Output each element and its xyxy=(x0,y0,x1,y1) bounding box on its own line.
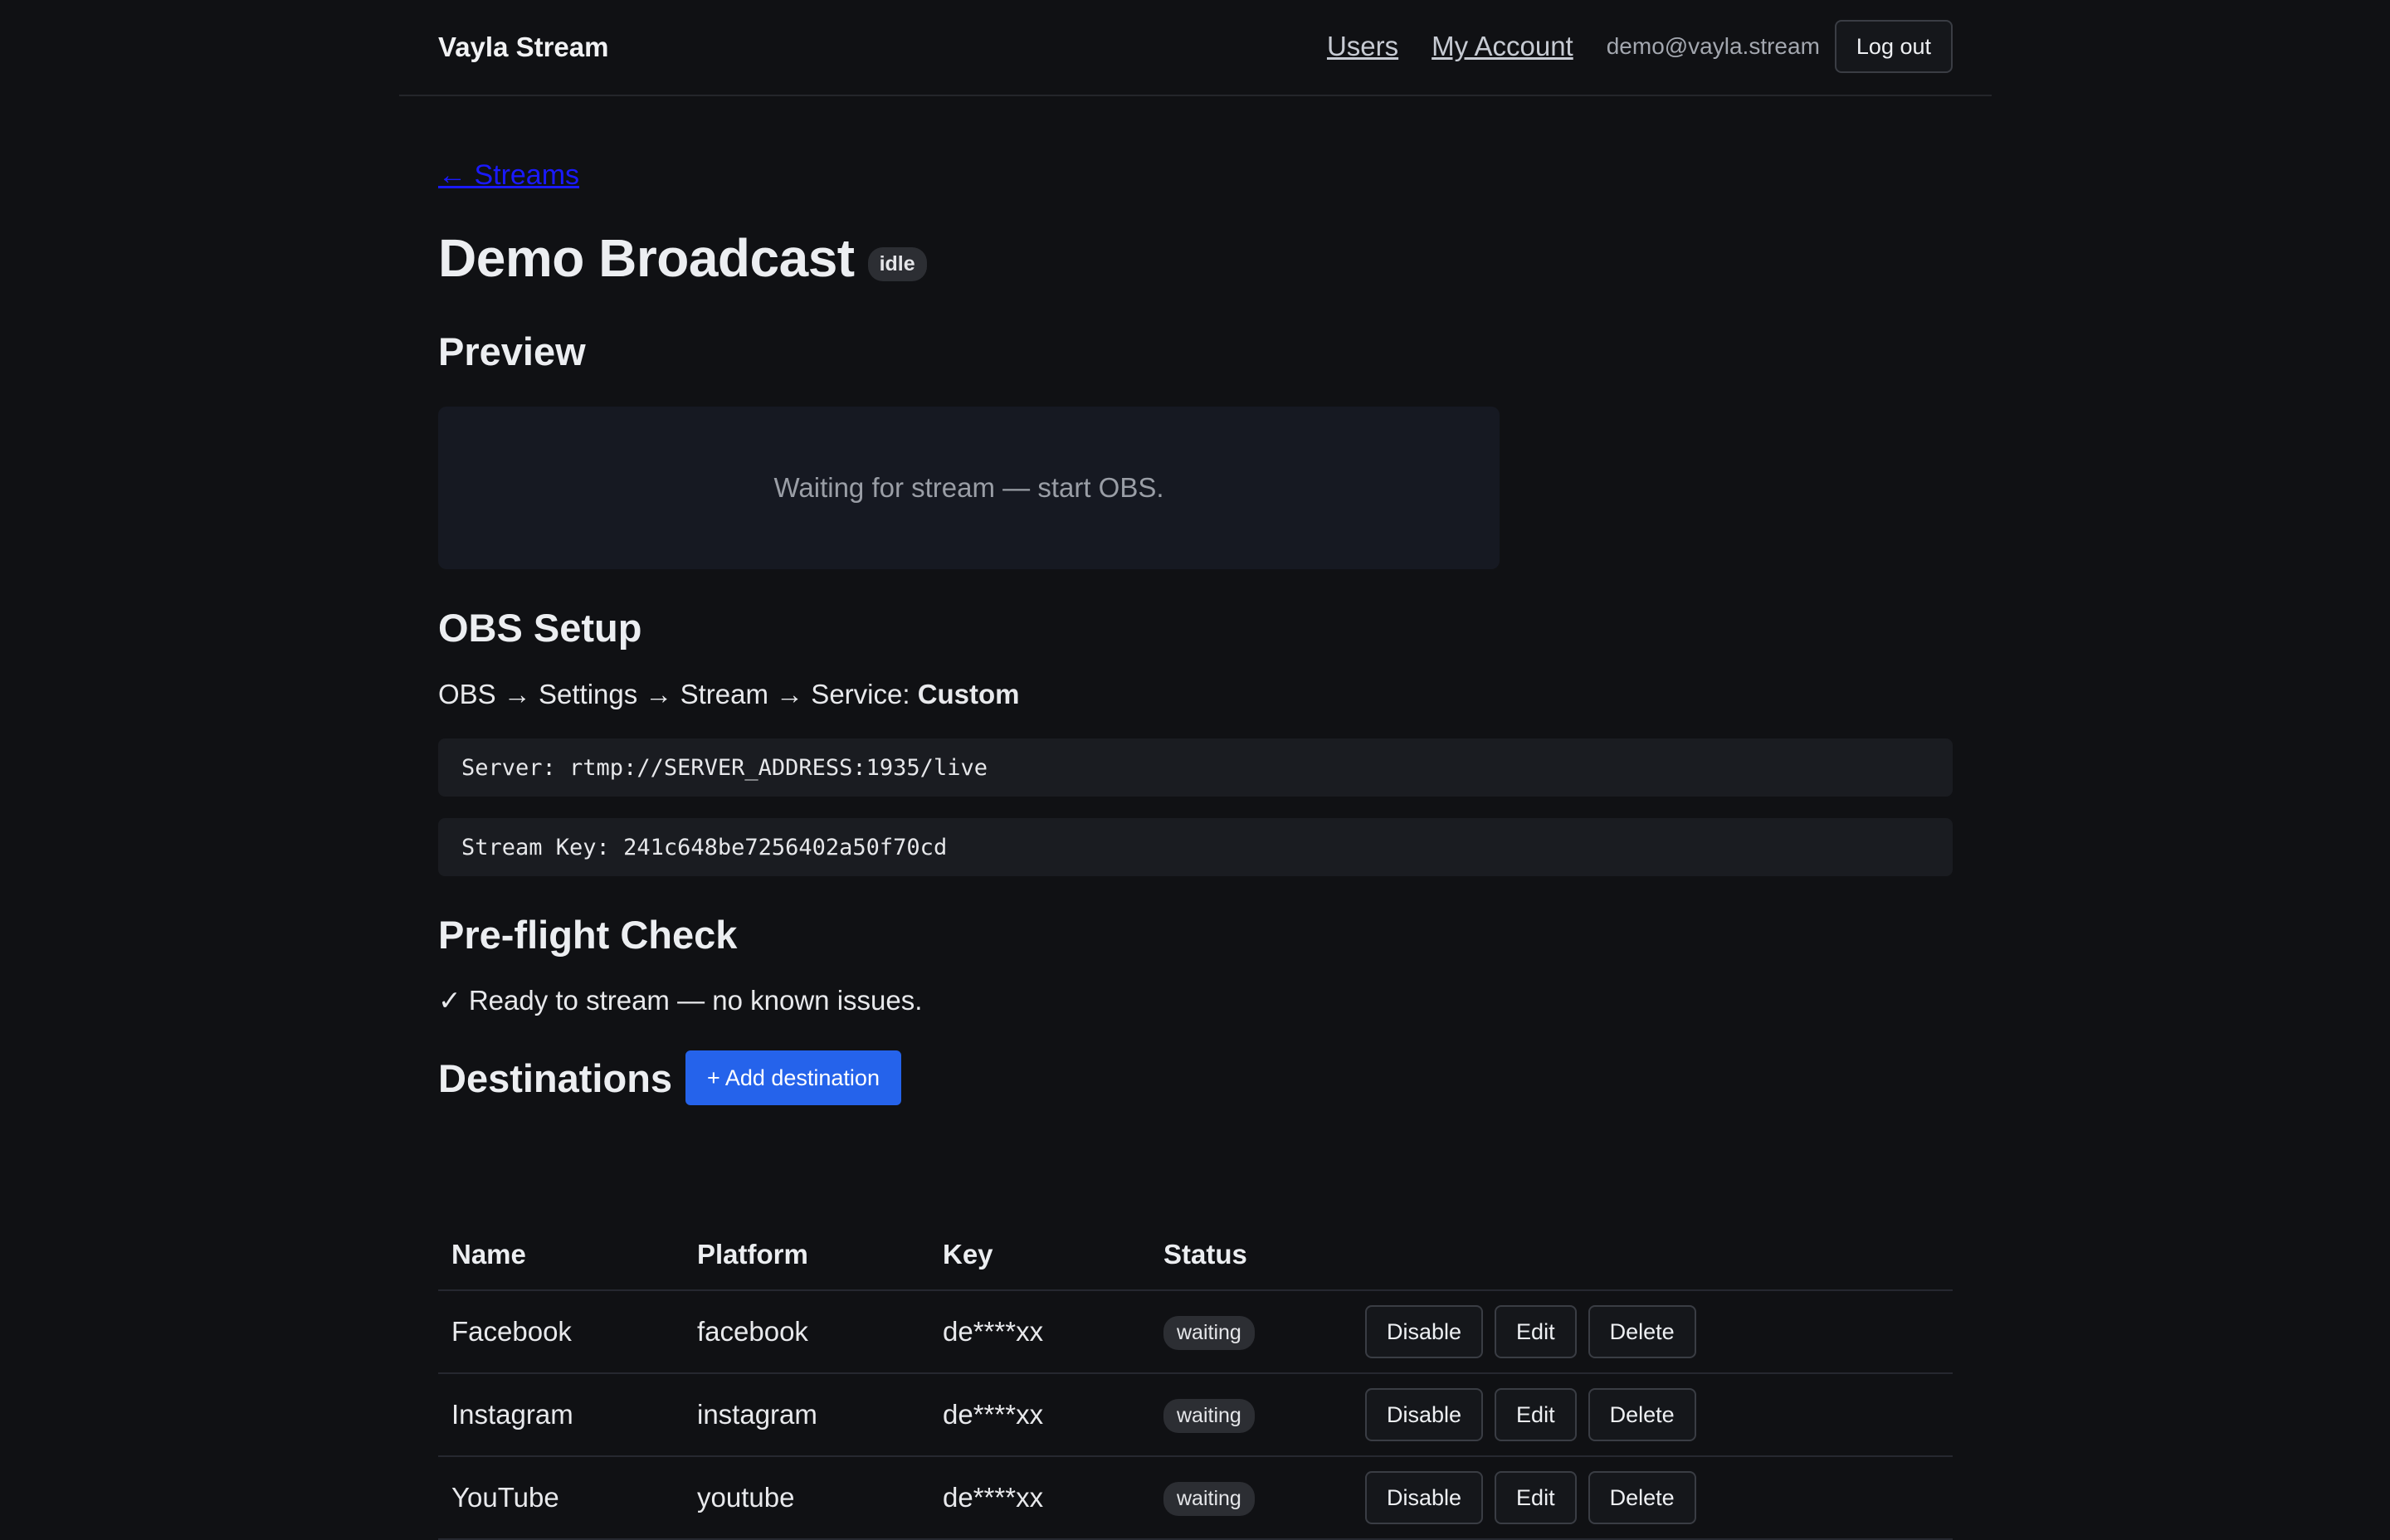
disable-button[interactable]: Disable xyxy=(1365,1471,1484,1524)
destination-platform: instagram xyxy=(684,1373,929,1457)
destination-status-cell: waiting xyxy=(1150,1373,1352,1457)
user-email: demo@vayla.stream xyxy=(1606,33,1820,59)
destinations-table: Name Platform Key Status Facebook facebo… xyxy=(438,1220,1953,1540)
preflight-heading: Pre-flight Check xyxy=(438,913,738,957)
destination-key: de****xx xyxy=(929,1456,1150,1540)
stream-key-code[interactable]: Stream Key: 241c648be7256402a50f70cd xyxy=(438,818,1953,876)
destination-platform: youtube xyxy=(684,1456,929,1540)
destination-key: de****xx xyxy=(929,1373,1150,1457)
destination-platform: facebook xyxy=(684,1290,929,1374)
destination-status-cell: waiting xyxy=(1150,1456,1352,1540)
destination-name: Facebook xyxy=(438,1290,684,1374)
preview-placeholder: Waiting for stream — start OBS. xyxy=(773,472,1164,503)
table-row: Facebook facebook de****xx waiting Disab… xyxy=(438,1290,1953,1374)
preflight-status: ✓ Ready to stream — no known issues. xyxy=(438,985,923,1016)
destinations-heading: Destinations xyxy=(438,1055,673,1100)
nav-link-my-account[interactable]: My Account xyxy=(1432,31,1573,62)
back-to-streams-link[interactable]: ← Streams xyxy=(438,159,579,192)
status-badge: waiting xyxy=(1163,1398,1255,1433)
stream-status-badge: idle xyxy=(867,246,927,281)
table-row: YouTube youtube de****xx waiting Disable… xyxy=(438,1456,1953,1540)
obs-setup-heading: OBS Setup xyxy=(438,606,642,650)
column-header-actions xyxy=(1352,1220,1953,1291)
delete-button[interactable]: Delete xyxy=(1588,1471,1696,1524)
status-badge: waiting xyxy=(1163,1315,1255,1350)
nav-link-users[interactable]: Users xyxy=(1327,31,1398,62)
obs-instructions: OBS → Settings → Stream → Service: Custo… xyxy=(438,679,1020,710)
destination-actions: Disable Edit Delete xyxy=(1352,1373,1953,1457)
stream-title-row: Demo Broadcast idle xyxy=(438,227,927,289)
edit-button[interactable]: Edit xyxy=(1495,1305,1577,1358)
edit-button[interactable]: Edit xyxy=(1495,1388,1577,1441)
add-destination-button[interactable]: + Add destination xyxy=(685,1050,901,1105)
column-header-key: Key xyxy=(929,1220,1150,1291)
obs-service-name: Custom xyxy=(917,679,1020,709)
status-badge: waiting xyxy=(1163,1481,1255,1516)
column-header-name: Name xyxy=(438,1220,684,1291)
table-row: Instagram instagram de****xx waiting Dis… xyxy=(438,1373,1953,1457)
delete-button[interactable]: Delete xyxy=(1588,1305,1696,1358)
app: Vayla Stream Users My Account demo@vayla… xyxy=(399,0,1992,1540)
preview-heading: Preview xyxy=(438,329,586,373)
top-bar: Vayla Stream Users My Account demo@vayla… xyxy=(399,0,1992,96)
disable-button[interactable]: Disable xyxy=(1365,1388,1484,1441)
server-url-code[interactable]: Server: rtmp://SERVER_ADDRESS:1935/live xyxy=(438,738,1953,797)
column-header-platform: Platform xyxy=(684,1220,929,1291)
delete-button[interactable]: Delete xyxy=(1588,1388,1696,1441)
destination-name: Instagram xyxy=(438,1373,684,1457)
column-header-status: Status xyxy=(1150,1220,1352,1291)
destination-name: YouTube xyxy=(438,1456,684,1540)
logout-button[interactable]: Log out xyxy=(1834,20,1953,73)
destination-actions: Disable Edit Delete xyxy=(1352,1456,1953,1540)
brand-logo[interactable]: Vayla Stream xyxy=(438,32,608,63)
destination-actions: Disable Edit Delete xyxy=(1352,1290,1953,1374)
table-header-row: Name Platform Key Status xyxy=(438,1220,1953,1291)
obs-path: OBS → Settings → Stream → Service: xyxy=(438,679,910,709)
edit-button[interactable]: Edit xyxy=(1495,1471,1577,1524)
preview-player: Waiting for stream — start OBS. xyxy=(438,407,1500,569)
disable-button[interactable]: Disable xyxy=(1365,1305,1484,1358)
destination-status-cell: waiting xyxy=(1150,1290,1352,1374)
top-nav: Users My Account demo@vayla.stream Log o… xyxy=(1294,20,1953,73)
destination-key: de****xx xyxy=(929,1290,1150,1374)
destinations-header: Destinations + Add destination xyxy=(438,1050,901,1105)
page-title: Demo Broadcast xyxy=(438,228,855,288)
